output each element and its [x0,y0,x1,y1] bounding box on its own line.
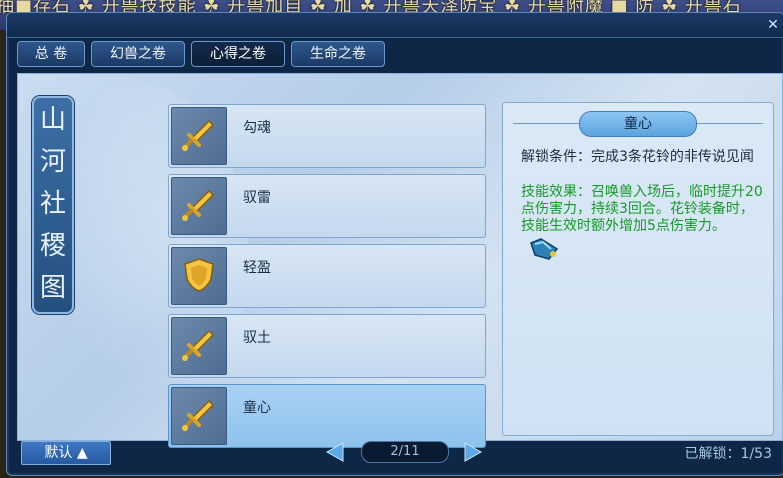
sword-icon [182,189,215,221]
scroll-char: 河 [39,147,66,177]
detail-title: 童心 [579,111,697,137]
list-item[interactable]: 驭雷 [168,174,486,238]
skill-icon-frame [171,247,227,305]
scroll-char: 稷 [39,231,66,261]
detail-body: 解锁条件：完成3条花铃的非传说见闻 技能效果：召唤兽入场后，临时提升20点伤害力… [521,149,766,263]
tab-insight-volume[interactable]: 心得之卷 [191,41,285,67]
list-item[interactable]: 轻盈 [168,244,486,308]
tab-bar: 总 卷 幻兽之卷 心得之卷 生命之卷 [17,41,385,67]
default-sort-button[interactable]: 默认 ▲ [21,441,111,465]
tab-overview[interactable]: 总 卷 [17,41,85,67]
skill-icon-frame [171,317,227,375]
skill-icon-frame [171,107,227,165]
skill-detail-panel: 童心 解锁条件：完成3条花铃的非传说见闻 技能效果：召唤兽入场后，临时提升20点… [502,102,774,436]
sword-icon [182,329,215,361]
list-item[interactable]: 勾魂 [168,104,486,168]
main-panel: 山 河 社 稷 图 勾魂 驭雷 轻盈 驭土 童心 童心 解锁条件：完成3条花铃的… [17,73,783,448]
skill-name: 轻盈 [243,260,271,276]
skill-effect-text: 技能效果：召唤兽入场后，临时提升20点伤害力，持续3回合。花铃装备时，技能生效时… [521,184,763,234]
unlock-condition: 解锁条件：完成3条花铃的非传说见闻 [521,149,754,165]
vertical-title-scroll: 山 河 社 稷 图 [32,96,74,314]
pagination: 2/11 [323,439,487,465]
tab-pet-volume[interactable]: 幻兽之卷 [91,41,185,67]
skill-name: 驭土 [243,330,271,346]
tab-life-volume[interactable]: 生命之卷 [291,41,385,67]
scroll-char: 图 [39,273,66,303]
scroll-char: 社 [39,189,66,219]
skill-name: 勾魂 [243,120,271,136]
skill-list: 勾魂 驭雷 轻盈 驭土 童心 [168,104,486,454]
sword-icon [182,399,215,431]
window-title-bar: ✕ [7,13,783,38]
unlocked-count: 已解锁：1/53 [684,446,772,462]
next-page-icon[interactable] [461,441,485,463]
close-icon[interactable]: ✕ [764,16,782,34]
gem-icon [530,238,559,260]
shield-icon [184,258,214,292]
scroll-char: 山 [39,105,66,135]
list-item[interactable]: 驭土 [168,314,486,378]
skill-name: 驭雷 [243,190,271,206]
skill-icon-frame [171,177,227,235]
skill-icon-frame [171,387,227,445]
skill-name: 童心 [243,400,271,416]
sword-icon [182,119,215,151]
skill-effect: 技能效果：召唤兽入场后，临时提升20点伤害力，持续3回合。花铃装备时，技能生效时… [521,184,766,263]
codex-window: ✕ 总 卷 幻兽之卷 心得之卷 生命之卷 山 河 社 稷 图 勾魂 驭雷 轻盈 … [6,12,783,476]
page-indicator: 2/11 [361,441,449,463]
previous-page-icon[interactable] [323,441,347,463]
